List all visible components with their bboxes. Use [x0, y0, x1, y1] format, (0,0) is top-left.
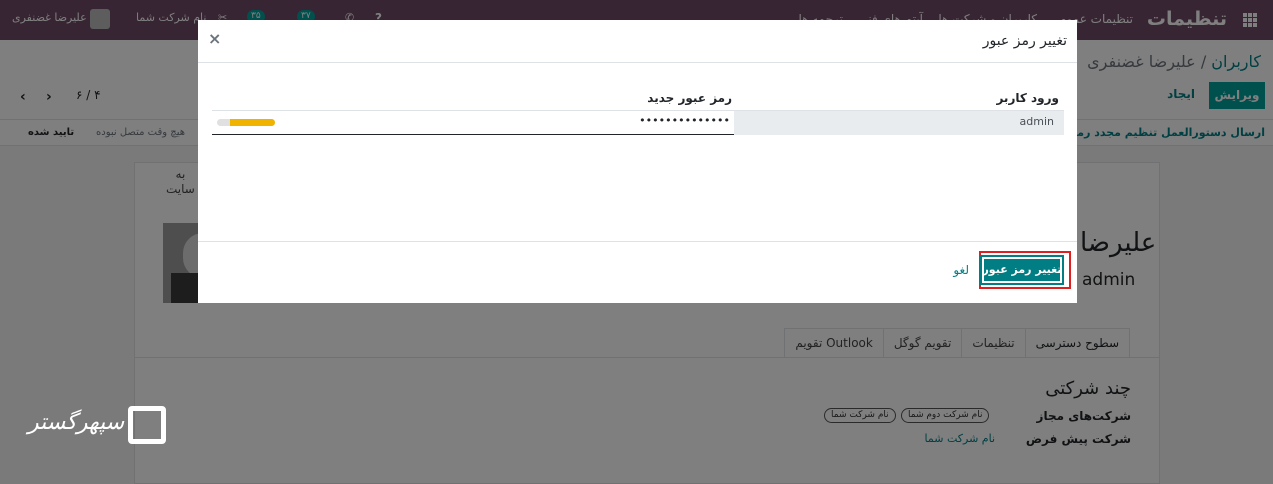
- dialog-title: تغییر رمز عبور: [982, 33, 1067, 49]
- brand-watermark: سپهرگستر: [28, 406, 166, 444]
- password-strength-meter: [217, 119, 275, 126]
- header-divider: [198, 62, 1077, 63]
- new-password-value[interactable]: ••••••••••••••: [639, 114, 730, 127]
- watermark-logo-icon: [128, 406, 166, 444]
- login-cell: admin: [734, 111, 1064, 135]
- new-password-input[interactable]: ••••••••••••••: [212, 111, 734, 135]
- footer-divider: [198, 241, 1077, 242]
- change-password-dialog: تغییر رمز عبور × ورود کاربر رمز عبور جدی…: [198, 20, 1077, 303]
- watermark-text: سپهرگستر: [28, 410, 125, 435]
- column-header-login: ورود کاربر: [996, 91, 1059, 105]
- login-value: admin: [1019, 115, 1054, 128]
- password-strength-fill: [229, 119, 275, 126]
- cancel-button[interactable]: لغو: [953, 263, 969, 277]
- close-icon[interactable]: ×: [208, 29, 221, 48]
- change-password-button[interactable]: تغییر رمز عبور: [980, 255, 1064, 285]
- column-header-new-password: رمز عبور جدید: [647, 91, 732, 105]
